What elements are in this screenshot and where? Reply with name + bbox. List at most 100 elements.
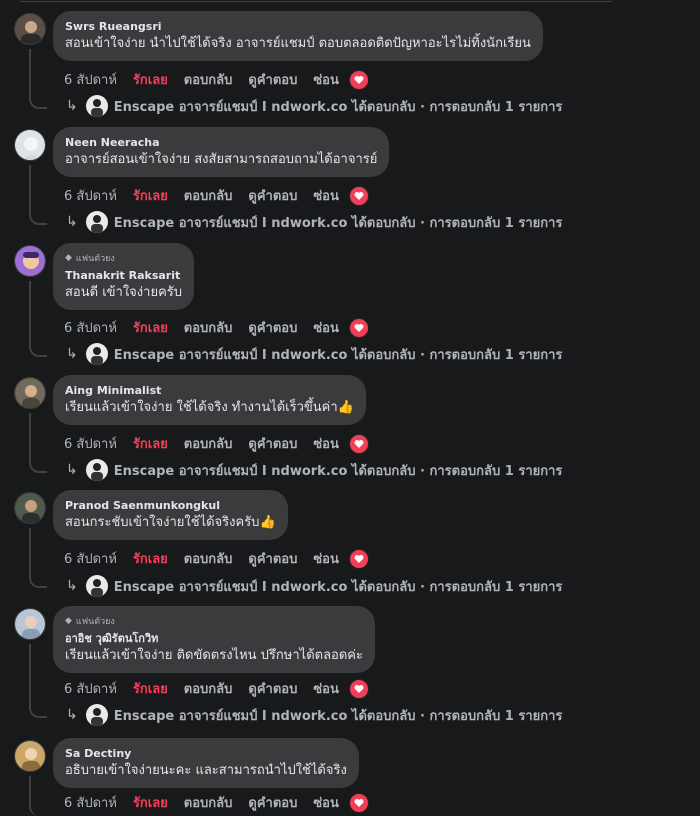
- heart-reaction-icon[interactable]: [348, 317, 369, 338]
- page-avatar: [85, 211, 108, 233]
- love-reaction-button[interactable]: รักเลย: [133, 433, 168, 454]
- comment-bubble: Aing Minimalist เรียนแล้วเข้าใจง่าย ใช้ไ…: [53, 375, 366, 425]
- love-reaction-button[interactable]: รักเลย: [133, 792, 168, 813]
- page-avatar: [85, 575, 108, 597]
- page-avatar: [85, 343, 108, 365]
- page-avatar: [85, 95, 108, 117]
- timestamp[interactable]: 6 สัปดาห์: [64, 317, 117, 338]
- thread-line: [29, 165, 47, 225]
- reply-button[interactable]: ตอบกลับ: [184, 69, 233, 90]
- heart-reaction-icon[interactable]: [348, 69, 369, 90]
- hide-button[interactable]: ซ่อน: [313, 678, 339, 699]
- comment-item: Neen Neeracha อาจารย์สอนเข้าใจง่าย สงสัย…: [0, 127, 700, 249]
- comment-bubble: Sa Dectiny อธิบายเข้าใจง่ายนะคะ และสามาร…: [53, 738, 359, 788]
- comment-bubble: Pranod Saenmunkongkul สอนกระชับเข้าใจง่า…: [53, 490, 288, 540]
- comment-bubble: ◆ แฟนตัวยง อาอิช วุฒิรัตนโกวิท เรียนแล้วเ…: [53, 606, 375, 673]
- comment-actions: 6 สัปดาห์ รักเลย ตอบกลับ ดูคำตอบ ซ่อน: [64, 433, 369, 454]
- comment-actions: 6 สัปดาห์ รักเลย ตอบกลับ ดูคำตอบ ซ่อน: [64, 317, 369, 338]
- hide-button[interactable]: ซ่อน: [313, 433, 339, 454]
- comment-text: เรียนแล้วเข้าใจง่าย ติดขัดตรงไหน ปรึกษาไ…: [65, 648, 363, 663]
- reply-summary-text[interactable]: Enscape อาจารย์แชมป์ I ndwork.co ได้ตอบก…: [114, 705, 563, 726]
- timestamp[interactable]: 6 สัปดาห์: [64, 69, 117, 90]
- hide-button[interactable]: ซ่อน: [313, 185, 339, 206]
- timestamp[interactable]: 6 สัปดาห์: [64, 548, 117, 569]
- comment-text: อธิบายเข้าใจง่ายนะคะ และสามารถนำไปใช้ได้…: [65, 763, 347, 778]
- see-replies-button[interactable]: ดูคำตอบ: [248, 433, 297, 454]
- comment-author[interactable]: Thanakrit Raksarit: [65, 268, 182, 283]
- reply-button[interactable]: ตอบกลับ: [184, 548, 233, 569]
- reply-summary-text[interactable]: Enscape อาจารย์แชมป์ I ndwork.co ได้ตอบก…: [114, 460, 563, 481]
- diamond-icon: ◆: [65, 616, 72, 626]
- comment-author[interactable]: Neen Neeracha: [65, 135, 377, 150]
- thread-line: [29, 413, 47, 473]
- reply-button[interactable]: ตอบกลับ: [184, 185, 233, 206]
- timestamp[interactable]: 6 สัปดาห์: [64, 792, 117, 813]
- reply-summary[interactable]: ↳ Enscape อาจารย์แชมป์ I ndwork.co ได้ตอ…: [66, 343, 562, 365]
- see-replies-button[interactable]: ดูคำตอบ: [248, 185, 297, 206]
- hide-button[interactable]: ซ่อน: [313, 792, 339, 813]
- thread-line: [29, 49, 47, 109]
- reply-summary[interactable]: ↳ Enscape อาจารย์แชมป์ I ndwork.co ได้ตอ…: [66, 459, 562, 481]
- see-replies-button[interactable]: ดูคำตอบ: [248, 317, 297, 338]
- reply-button[interactable]: ตอบกลับ: [184, 678, 233, 699]
- reply-summary-text[interactable]: Enscape อาจารย์แชมป์ I ndwork.co ได้ตอบก…: [114, 212, 563, 233]
- heart-reaction-icon[interactable]: [348, 548, 369, 569]
- avatar[interactable]: [14, 492, 46, 524]
- comment-actions: 6 สัปดาห์ รักเลย ตอบกลับ ดูคำตอบ ซ่อน: [64, 678, 369, 699]
- comment-author[interactable]: Swrs Rueangsri: [65, 19, 531, 34]
- heart-reaction-icon[interactable]: [348, 792, 369, 813]
- comment-actions: 6 สัปดาห์ รักเลย ตอบกลับ ดูคำตอบ ซ่อน: [64, 548, 369, 569]
- heart-reaction-icon[interactable]: [348, 433, 369, 454]
- reply-summary-text[interactable]: Enscape อาจารย์แชมป์ I ndwork.co ได้ตอบก…: [114, 344, 563, 365]
- reply-button[interactable]: ตอบกลับ: [184, 433, 233, 454]
- hide-button[interactable]: ซ่อน: [313, 548, 339, 569]
- see-replies-button[interactable]: ดูคำตอบ: [248, 792, 297, 813]
- reply-summary[interactable]: ↳ Enscape อาจารย์แชมป์ I ndwork.co ได้ตอ…: [66, 704, 562, 726]
- see-replies-button[interactable]: ดูคำตอบ: [248, 69, 297, 90]
- top-fan-badge: ◆ แฟนตัวยง: [65, 616, 115, 627]
- love-reaction-button[interactable]: รักเลย: [133, 69, 168, 90]
- comment-actions: 6 สัปดาห์ รักเลย ตอบกลับ ดูคำตอบ ซ่อน: [64, 792, 369, 813]
- page-avatar: [85, 704, 108, 726]
- timestamp[interactable]: 6 สัปดาห์: [64, 185, 117, 206]
- comment-text: สอนดี เข้าใจง่ายครับ: [65, 285, 182, 300]
- avatar[interactable]: [14, 129, 46, 161]
- reply-summary-text[interactable]: Enscape อาจารย์แชมป์ I ndwork.co ได้ตอบก…: [114, 96, 563, 117]
- see-replies-button[interactable]: ดูคำตอบ: [248, 678, 297, 699]
- hide-button[interactable]: ซ่อน: [313, 317, 339, 338]
- comment-author[interactable]: Sa Dectiny: [65, 746, 347, 761]
- reply-summary[interactable]: ↳ Enscape อาจารย์แชมป์ I ndwork.co ได้ตอ…: [66, 575, 562, 597]
- comment-author[interactable]: อาอิช วุฒิรัตนโกวิท: [65, 631, 363, 646]
- timestamp[interactable]: 6 สัปดาห์: [64, 678, 117, 699]
- love-reaction-button[interactable]: รักเลย: [133, 317, 168, 338]
- reply-summary-text[interactable]: Enscape อาจารย์แชมป์ I ndwork.co ได้ตอบก…: [114, 576, 563, 597]
- avatar[interactable]: [14, 608, 46, 640]
- heart-reaction-icon[interactable]: [348, 678, 369, 699]
- love-reaction-button[interactable]: รักเลย: [133, 185, 168, 206]
- comment-bubble: Swrs Rueangsri สอนเข้าใจง่าย นำไปใช้ได้จ…: [53, 11, 543, 61]
- reply-button[interactable]: ตอบกลับ: [184, 317, 233, 338]
- comment-author[interactable]: Pranod Saenmunkongkul: [65, 498, 276, 513]
- hide-button[interactable]: ซ่อน: [313, 69, 339, 90]
- comment-bubble: Neen Neeracha อาจารย์สอนเข้าใจง่าย สงสัย…: [53, 127, 390, 177]
- comment-author[interactable]: Aing Minimalist: [65, 383, 354, 398]
- avatar[interactable]: [14, 13, 46, 45]
- comment-bubble: ◆ แฟนตัวยง Thanakrit Raksarit สอนดี เข้าใ…: [53, 243, 194, 310]
- heart-reaction-icon[interactable]: [348, 185, 369, 206]
- avatar[interactable]: [14, 740, 46, 772]
- top-fan-badge: ◆ แฟนตัวยง: [65, 253, 115, 264]
- reply-arrow-icon: ↳: [66, 346, 78, 362]
- avatar[interactable]: [14, 377, 46, 409]
- see-replies-button[interactable]: ดูคำตอบ: [248, 548, 297, 569]
- thread-line: [29, 776, 47, 816]
- timestamp[interactable]: 6 สัปดาห์: [64, 433, 117, 454]
- reply-summary[interactable]: ↳ Enscape อาจารย์แชมป์ I ndwork.co ได้ตอ…: [66, 211, 562, 233]
- reply-arrow-icon: ↳: [66, 214, 78, 230]
- love-reaction-button[interactable]: รักเลย: [133, 678, 168, 699]
- reply-summary[interactable]: ↳ Enscape อาจารย์แชมป์ I ndwork.co ได้ตอ…: [66, 95, 562, 117]
- reply-arrow-icon: ↳: [66, 578, 78, 594]
- comment-actions: 6 สัปดาห์ รักเลย ตอบกลับ ดูคำตอบ ซ่อน: [64, 185, 369, 206]
- reply-button[interactable]: ตอบกลับ: [184, 792, 233, 813]
- avatar[interactable]: [14, 245, 46, 277]
- love-reaction-button[interactable]: รักเลย: [133, 548, 168, 569]
